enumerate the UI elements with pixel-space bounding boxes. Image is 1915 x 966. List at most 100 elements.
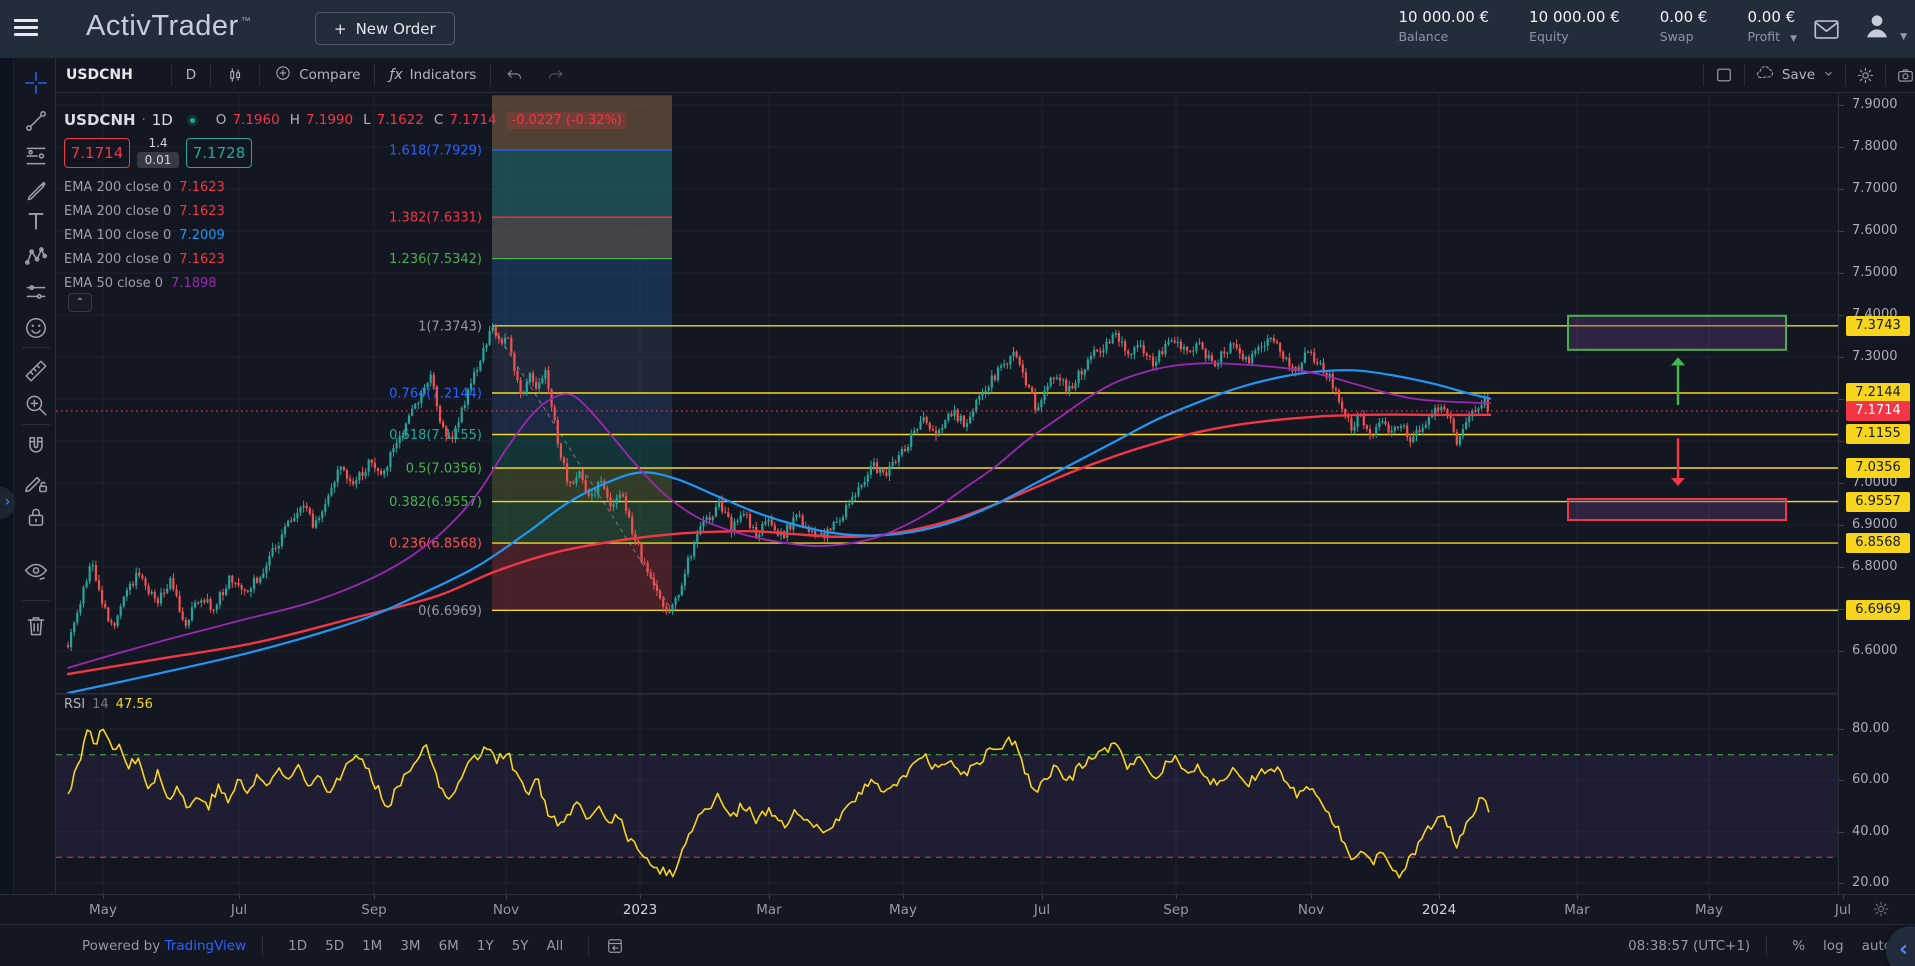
symbol-search-button[interactable]: USDCNH <box>62 67 161 83</box>
fib-retracement-zone[interactable] <box>492 95 672 610</box>
tool-hide-all-eye[interactable] <box>21 556 51 586</box>
svg-text:1.236(7.5342): 1.236(7.5342) <box>389 252 482 267</box>
time-label: Mar <box>756 902 781 918</box>
supply-demand-zones[interactable] <box>1568 316 1786 520</box>
rsi-tick: 40.00 <box>1852 824 1889 839</box>
time-label: Jul <box>231 902 247 918</box>
go-to-date-icon[interactable] <box>605 936 625 956</box>
date-range-switcher: 1D5D1M3M6M1Y5YAll <box>279 934 572 958</box>
range-1d[interactable]: 1D <box>279 934 316 958</box>
range-1m[interactable]: 1M <box>353 934 391 958</box>
clock[interactable]: 08:38:57 (UTC+1) <box>1628 938 1750 954</box>
settings-gear-icon[interactable] <box>1856 66 1875 85</box>
tradingview-link[interactable]: TradingView <box>165 938 247 954</box>
buy-button[interactable]: 7.1728 <box>186 138 252 168</box>
percent-scale-toggle[interactable]: % <box>1783 934 1814 958</box>
range-5y[interactable]: 5Y <box>503 934 538 958</box>
svg-text:1.382(7.6331): 1.382(7.6331) <box>389 211 482 226</box>
new-order-button[interactable]: +New Order <box>315 12 455 45</box>
tool-remove-all-trash[interactable] <box>21 611 51 641</box>
save-button[interactable]: Save <box>1755 63 1835 87</box>
low-value: 7.1622 <box>377 112 424 128</box>
indicator-row[interactable]: EMA 200 close 07.1623 <box>64 177 225 197</box>
avatar-icon[interactable] <box>1861 10 1895 44</box>
range-5d[interactable]: 5D <box>316 934 353 958</box>
pane-separator[interactable] <box>56 693 1838 695</box>
redo-icon[interactable] <box>542 66 569 85</box>
quote-panel: 7.1714 1.4 0.01 7.1728 <box>64 137 252 168</box>
gear-icon <box>1872 900 1890 918</box>
tool-text[interactable] <box>21 206 51 236</box>
tool-trend-line[interactable] <box>21 106 51 136</box>
fx-icon: ƒx <box>389 67 402 83</box>
market-status-dot[interactable] <box>187 115 198 126</box>
tool-crosshair[interactable] <box>21 68 51 98</box>
goto-date-icon <box>605 936 625 956</box>
range-3m[interactable]: 3M <box>391 934 429 958</box>
fib-level-labels: 1.618(7.7929)1.382(7.6331)1.236(7.5342)1… <box>389 144 482 619</box>
chevron-down-icon[interactable]: ▼ <box>1790 34 1797 44</box>
time-label: May <box>89 902 117 918</box>
price-badge-6.8568: 6.8568 <box>1846 533 1910 553</box>
app-logo: ActivTrader™ <box>86 10 251 43</box>
tool-lock-all[interactable] <box>21 502 51 532</box>
range-all[interactable]: All <box>538 934 573 958</box>
legend-ohlc-row[interactable]: USDCNH · 1D O7.1960 H7.1990 L7.1622 C7.1… <box>64 111 627 129</box>
price-chart-canvas[interactable]: 1.618(7.7929)1.382(7.6331)1.236(7.5342)1… <box>56 93 1838 894</box>
time-label: 2023 <box>623 902 657 918</box>
tool-ruler[interactable] <box>21 356 51 386</box>
long-short-position-icon <box>23 279 49 305</box>
tool-zoom-in[interactable] <box>21 390 51 420</box>
price-tick: 7.8000 <box>1852 139 1898 154</box>
time-label: Sep <box>361 902 386 918</box>
compare-button[interactable]: Compare <box>270 64 364 86</box>
range-6m[interactable]: 6M <box>430 934 468 958</box>
timezone-gear-icon[interactable] <box>1872 900 1890 922</box>
price-axis[interactable]: 7.90007.80007.70007.60007.50007.40007.30… <box>1838 93 1915 894</box>
indicator-value: 7.1898 <box>171 276 217 291</box>
screenshot-camera-icon[interactable] <box>1896 66 1915 85</box>
chart-plot-area[interactable]: 1.618(7.7929)1.382(7.6331)1.236(7.5342)1… <box>56 93 1838 894</box>
mail-icon[interactable] <box>1813 16 1843 40</box>
change-badge: -0.0227 (-0.32%) <box>507 112 627 129</box>
tool-xabcd-pattern[interactable] <box>21 241 51 271</box>
zoom-in-icon <box>23 392 49 418</box>
indicator-value: 7.1623 <box>179 180 225 195</box>
tool-fib-retracement[interactable] <box>21 141 51 171</box>
range-1y[interactable]: 1Y <box>468 934 503 958</box>
chart-style-candles-icon[interactable] <box>221 65 249 85</box>
time-axis[interactable]: MayJulSepNov2023MarMayJulSepNov2024MarMa… <box>0 894 1915 924</box>
candles-up <box>70 323 1486 651</box>
tool-long-short-position[interactable] <box>21 277 51 307</box>
interval-button[interactable]: D <box>182 67 200 83</box>
cloud-icon <box>1755 63 1775 87</box>
chevron-down-icon[interactable]: ▼ <box>1900 32 1907 42</box>
profit-block[interactable]: 0.00 €Profit▼ <box>1747 8 1797 44</box>
price-badge-7.2144: 7.2144 <box>1846 383 1910 403</box>
undo-icon[interactable] <box>501 66 528 85</box>
tool-magnet[interactable] <box>21 432 51 462</box>
tool-brush[interactable] <box>21 177 51 207</box>
price-badge-7.0356: 7.0356 <box>1846 458 1910 478</box>
indicators-button[interactable]: ƒxIndicators <box>385 67 480 83</box>
spread-lot-block[interactable]: 1.4 0.01 <box>135 137 181 168</box>
indicator-row[interactable]: EMA 200 close 07.1623 <box>64 201 225 221</box>
indicator-row[interactable]: EMA 200 close 07.1623 <box>64 249 225 269</box>
rsi-legend[interactable]: RSI 14 47.56 <box>64 697 153 712</box>
mail-icon <box>1813 16 1840 43</box>
toolbar-divider <box>22 424 50 425</box>
log-scale-toggle[interactable]: log <box>1814 934 1853 958</box>
account-summary: 10 000.00 €Balance 10 000.00 €Equity 0.0… <box>1398 8 1797 44</box>
layout-panel-icon[interactable] <box>1714 65 1734 85</box>
hamburger-menu-icon[interactable] <box>14 19 38 39</box>
lot-size[interactable]: 0.01 <box>137 152 180 168</box>
indicator-row[interactable]: EMA 100 close 07.2009 <box>64 225 225 245</box>
sell-button[interactable]: 7.1714 <box>64 138 130 168</box>
indicator-row[interactable]: EMA 50 close 07.1898 <box>64 273 217 293</box>
tool-drawing-unlock[interactable] <box>21 468 51 498</box>
time-label: 2024 <box>1422 902 1456 918</box>
ema-50-line[interactable] <box>68 363 1490 668</box>
legend-collapse-button[interactable]: ⌃ <box>68 293 92 312</box>
swap-label: Swap <box>1660 29 1708 44</box>
tool-emoji[interactable] <box>21 313 51 343</box>
